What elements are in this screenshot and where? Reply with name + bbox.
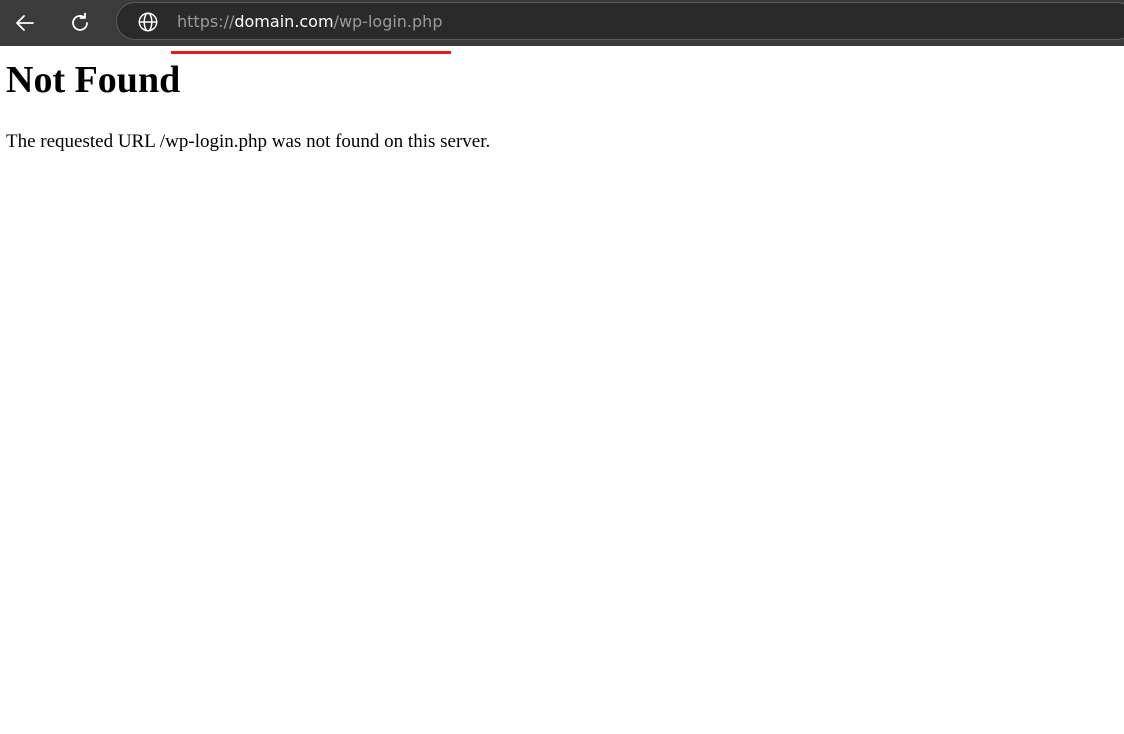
back-arrow-icon bbox=[16, 15, 34, 31]
back-button[interactable] bbox=[5, 3, 45, 43]
url-text[interactable]: https://domain.com/wp-login.php bbox=[177, 12, 442, 32]
globe-icon bbox=[138, 12, 158, 32]
error-message: The requested URL /wp-login.php was not … bbox=[6, 131, 491, 152]
page-title: Not Found bbox=[6, 59, 181, 101]
url-path: /wp-login.php bbox=[333, 12, 443, 31]
reload-icon bbox=[72, 12, 88, 31]
reload-button[interactable] bbox=[60, 3, 100, 43]
url-host: domain.com bbox=[234, 12, 334, 31]
page-content: Not Found The requested URL /wp-login.ph… bbox=[6, 56, 1106, 154]
address-bar[interactable]: https://domain.com/wp-login.php bbox=[116, 2, 1124, 40]
url-scheme: https:// bbox=[177, 12, 235, 31]
browser-toolbar: https://domain.com/wp-login.php bbox=[0, 0, 1124, 46]
highlight-underline bbox=[171, 51, 451, 54]
